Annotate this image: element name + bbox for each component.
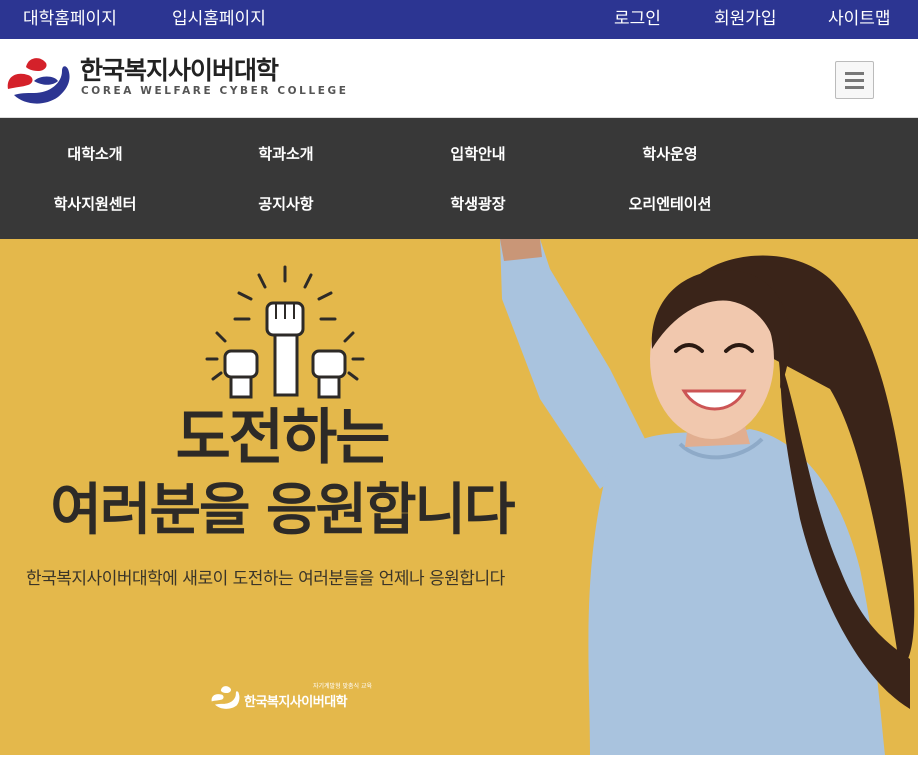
banner-small-logo: 자기계발형 맞춤식 교육 한국복지사이버대학	[208, 679, 372, 719]
hamburger-menu-button[interactable]	[835, 61, 874, 99]
hamburger-menu-icon	[845, 72, 864, 75]
smiling-student-photo	[500, 239, 915, 755]
nav-item-academic-operation[interactable]: 학사운영	[642, 143, 697, 164]
logo-korean-name: 한국복지사이버대학	[80, 56, 279, 85]
login-link[interactable]: 로그인	[614, 0, 661, 39]
admission-homepage-link[interactable]: 입시홈페이지	[172, 0, 266, 39]
college-logo-icon	[7, 58, 70, 104]
signup-link[interactable]: 회원가입	[714, 0, 777, 39]
university-homepage-link[interactable]: 대학홈페이지	[23, 0, 117, 39]
nav-item-notices[interactable]: 공지사항	[258, 193, 313, 214]
top-utility-bar: 대학홈페이지 입시홈페이지 로그인 회원가입 사이트맵	[0, 0, 918, 39]
nav-item-departments[interactable]: 학과소개	[258, 143, 313, 164]
sitemap-link[interactable]: 사이트맵	[828, 0, 891, 39]
banner-subtitle: 한국복지사이버대학에 새로이 도전하는 여러분들을 언제나 응원합니다	[26, 569, 505, 589]
small-college-logo-icon	[211, 686, 240, 709]
logo-english-name: COREA WELFARE CYBER COLLEGE	[81, 85, 349, 97]
small-logo-name: 한국복지사이버대학	[244, 695, 348, 710]
site-header: 한국복지사이버대학 COREA WELFARE CYBER COLLEGE	[0, 39, 918, 118]
nav-item-about[interactable]: 대학소개	[67, 143, 122, 164]
small-logo-tagline: 자기계발형 맞춤식 교육	[313, 683, 373, 690]
nav-item-student-plaza[interactable]: 학생광장	[450, 193, 505, 214]
nav-item-orientation[interactable]: 오리엔테이션	[629, 193, 712, 214]
main-navigation: 대학소개 학과소개 입학안내 학사운영 학사지원센터 공지사항 학생광장 오리엔…	[0, 118, 918, 239]
hero-banner[interactable]: 도전하는 여러분을 응원합니다 한국복지사이버대학에 새로이 도전하는 여러분들…	[0, 239, 918, 755]
nav-item-academic-support[interactable]: 학사지원센터	[54, 193, 137, 214]
nav-item-admission[interactable]: 입학안내	[450, 143, 505, 164]
raised-fists-icon	[205, 265, 365, 399]
